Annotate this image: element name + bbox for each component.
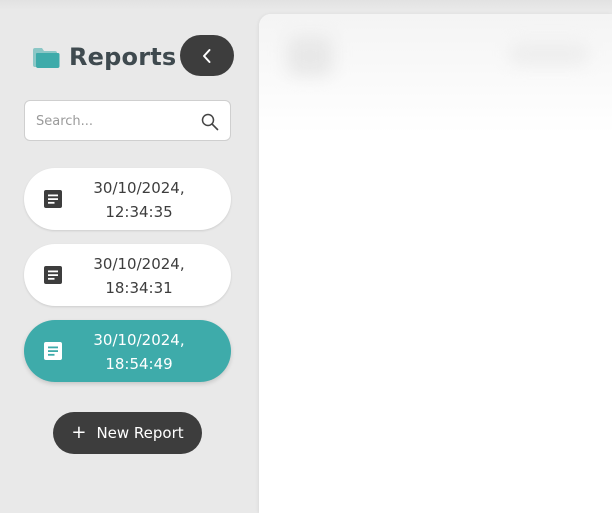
report-timestamp: 30/10/2024, 12:34:35: [80, 176, 198, 224]
app-window: Reports 30/10/2024, 12:34:35: [0, 0, 612, 513]
report-item[interactable]: 30/10/2024, 12:34:35: [24, 168, 231, 230]
report-time: 18:34:31: [105, 279, 173, 297]
report-date: 30/10/2024,: [93, 179, 185, 197]
report-time: 12:34:35: [105, 203, 173, 221]
report-time: 18:54:49: [105, 355, 173, 373]
sidebar: Reports 30/10/2024, 12:34:35: [0, 0, 250, 513]
report-date: 30/10/2024,: [93, 255, 185, 273]
report-date: 30/10/2024,: [93, 331, 185, 349]
document-icon: [44, 266, 62, 284]
new-report-label: New Report: [96, 424, 184, 442]
report-timestamp: 30/10/2024, 18:54:49: [80, 328, 198, 376]
loading-placeholder: [287, 36, 333, 76]
sidebar-title: Reports: [69, 43, 177, 71]
plus-icon: +: [71, 422, 87, 443]
folder-icon: [33, 48, 60, 68]
document-icon: [44, 190, 62, 208]
search-box: [24, 100, 231, 141]
report-timestamp: 30/10/2024, 18:34:31: [80, 252, 198, 300]
search-icon[interactable]: [200, 112, 220, 132]
document-icon: [44, 342, 62, 360]
report-item[interactable]: 30/10/2024, 18:34:31: [24, 244, 231, 306]
new-report-button[interactable]: + New Report: [53, 412, 202, 454]
collapse-sidebar-button[interactable]: [180, 35, 234, 76]
main-panel: [259, 14, 612, 513]
search-input[interactable]: [36, 110, 196, 132]
loading-placeholder: [509, 42, 589, 66]
sidebar-header: Reports: [32, 40, 176, 74]
chevron-left-icon: [203, 48, 211, 63]
report-item-active[interactable]: 30/10/2024, 18:54:49: [24, 320, 231, 382]
